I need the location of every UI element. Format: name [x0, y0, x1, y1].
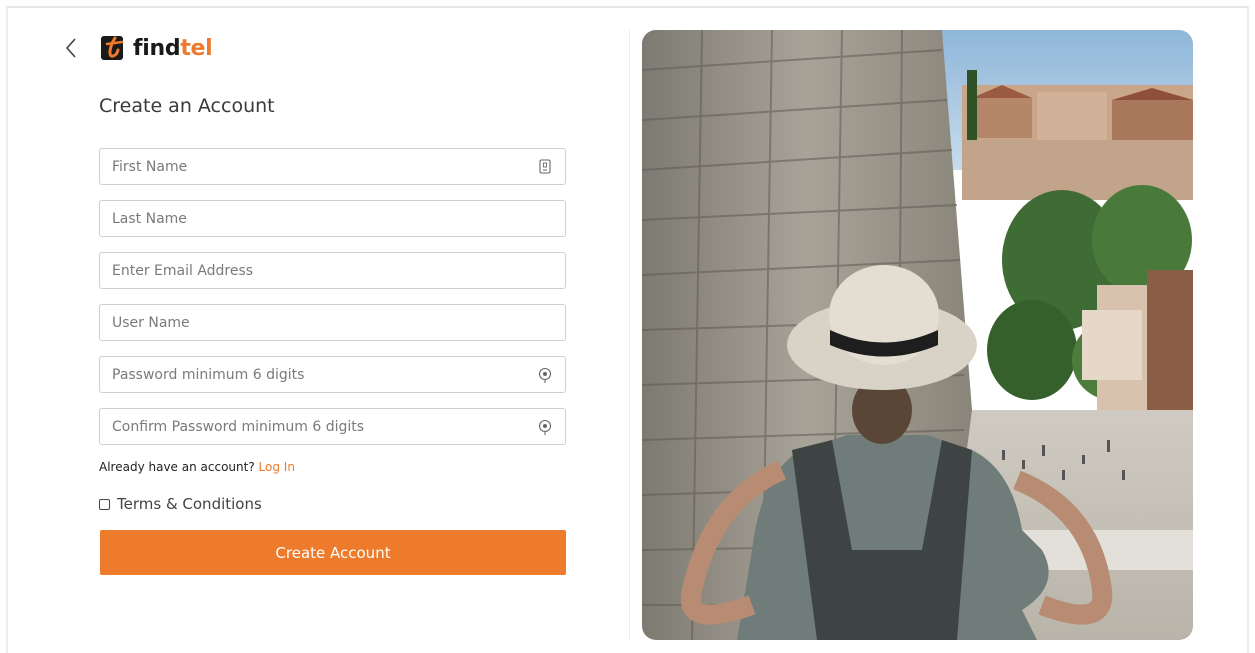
- create-account-button[interactable]: Create Account: [100, 530, 566, 575]
- logo-text-tel: tel: [180, 35, 213, 61]
- eye-icon[interactable]: [537, 366, 553, 384]
- logo-text-find: find: [133, 35, 181, 61]
- page-title: Create an Account: [99, 95, 275, 117]
- password-field[interactable]: [99, 356, 566, 393]
- password-input[interactable]: [100, 357, 500, 392]
- terms-checkbox[interactable]: [99, 498, 110, 510]
- logo-text: findtel: [133, 35, 213, 61]
- logo-mark-icon: [101, 34, 127, 62]
- username-input[interactable]: [100, 305, 500, 340]
- findtel-logo: findtel: [101, 33, 213, 63]
- confirm-password-input[interactable]: [100, 409, 500, 444]
- panel-divider: [629, 30, 630, 640]
- username-field[interactable]: [99, 304, 566, 341]
- terms-row[interactable]: Terms & Conditions: [99, 495, 262, 513]
- back-button[interactable]: [64, 36, 78, 60]
- terms-label[interactable]: Terms & Conditions: [117, 495, 262, 513]
- email-field[interactable]: [99, 252, 566, 289]
- first-name-field[interactable]: [99, 148, 566, 185]
- chevron-left-icon: [65, 38, 76, 58]
- confirm-password-field[interactable]: [99, 408, 566, 445]
- last-name-input[interactable]: [100, 201, 500, 236]
- have-account-text: Already have an account?: [99, 460, 255, 474]
- first-name-input[interactable]: [100, 149, 500, 184]
- hero-photo: [642, 30, 1193, 640]
- travel-photo-image: [642, 30, 1193, 640]
- have-account-row: Already have an account? Log In: [99, 460, 295, 474]
- last-name-field[interactable]: [99, 200, 566, 237]
- contact-card-icon: [537, 158, 553, 176]
- email-input[interactable]: [100, 253, 500, 288]
- login-link[interactable]: Log In: [259, 460, 295, 474]
- eye-icon[interactable]: [537, 418, 553, 436]
